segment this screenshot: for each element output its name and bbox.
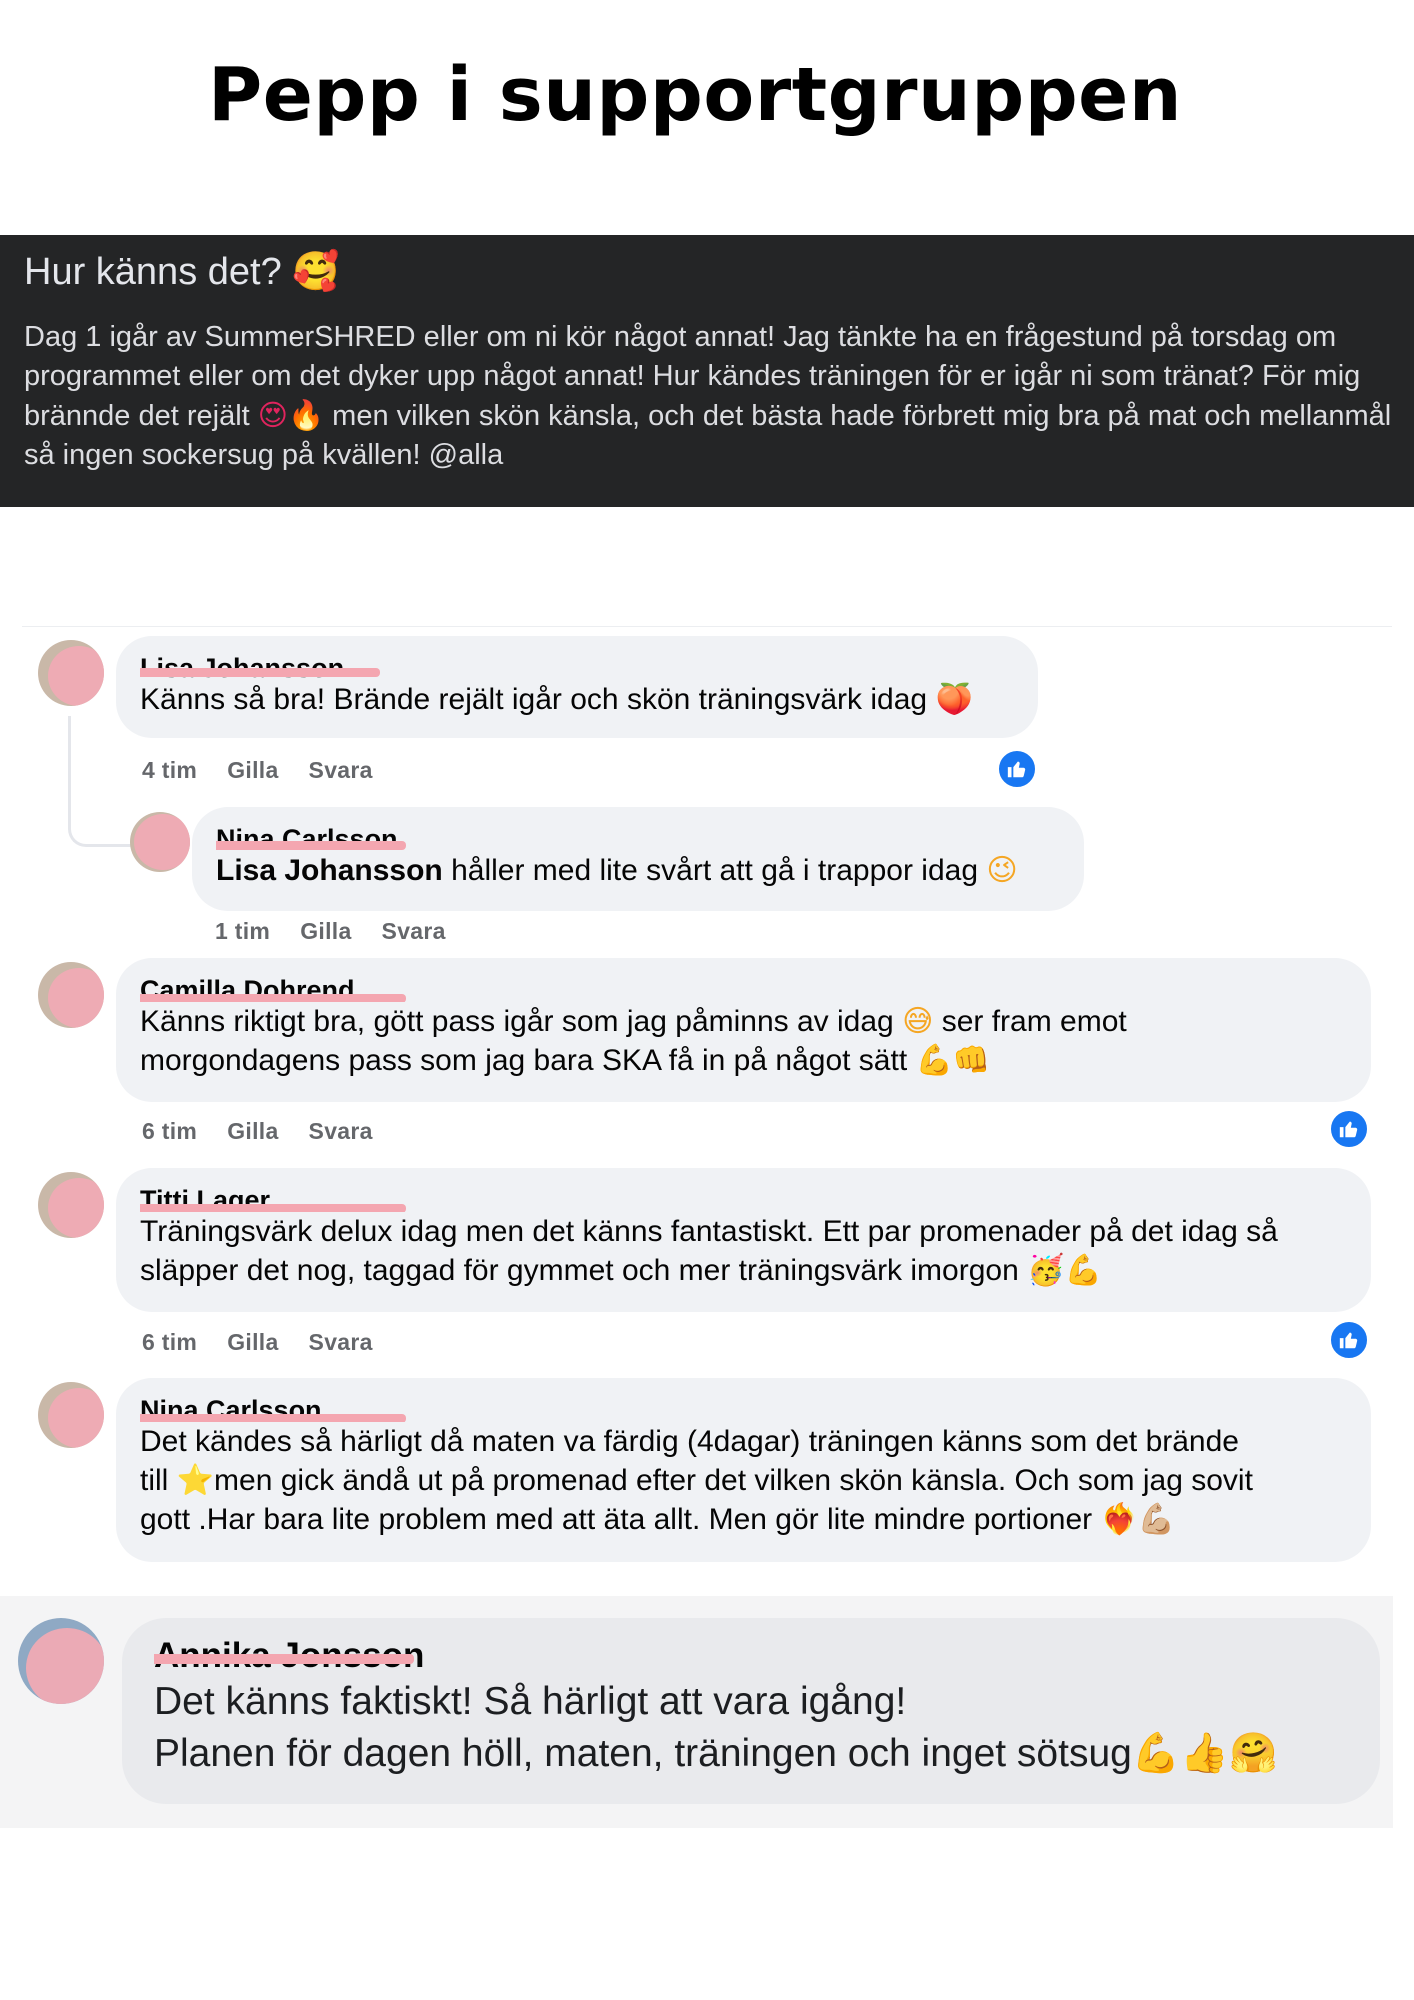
thread-connector	[68, 716, 133, 847]
peach-emoji-icon: 🍑	[935, 682, 973, 717]
heart-eyes-fire-emoji-icon: 😍🔥	[257, 398, 325, 432]
reply-button[interactable]: Svara	[309, 1329, 373, 1355]
comment-text: Träningsvärk delux idag men det känns fa…	[140, 1215, 1278, 1288]
comment-actions: 6 tim Gilla Svara	[142, 1118, 403, 1145]
comment-bubble: Titti Lager Träningsvärk delux idag men …	[116, 1168, 1371, 1312]
post-body: Dag 1 igår av SummerSHRED eller om ni kö…	[24, 318, 1394, 475]
author-redaction	[216, 841, 406, 850]
divider	[22, 626, 1392, 627]
post-title-text: Hur känns det?	[24, 251, 282, 293]
comment-time[interactable]: 4 tim	[142, 757, 197, 783]
avatar[interactable]	[38, 640, 104, 706]
comment-author[interactable]: Camilla Dohrend	[140, 970, 1347, 1002]
like-reaction-icon[interactable]	[1328, 1108, 1370, 1150]
avatar[interactable]	[38, 962, 104, 1028]
smiling-hearts-emoji-icon: 🥰	[292, 249, 340, 293]
avatar[interactable]	[38, 1382, 104, 1448]
avatar[interactable]	[130, 812, 190, 872]
comment-time[interactable]: 1 tim	[215, 918, 270, 944]
author-redaction	[140, 1204, 406, 1212]
author-redaction	[140, 994, 406, 1002]
comment-text: Känns riktigt bra, gött pass igår som ja…	[140, 1004, 1127, 1078]
like-reaction-icon[interactable]	[1328, 1319, 1370, 1361]
comment-bubble: Lisa Johansson Känns så bra! Brände rejä…	[116, 636, 1038, 738]
comment-bubble: Annika Jonsson Det känns faktiskt! Så hä…	[122, 1618, 1380, 1804]
redaction-blur	[48, 1178, 104, 1238]
author-redaction	[154, 1654, 414, 1664]
wink-emoji-icon: 😉	[986, 853, 1018, 888]
comment-bubble: Camilla Dohrend Känns riktigt bra, gött …	[116, 958, 1371, 1102]
post-title: Hur känns det? 🥰	[24, 247, 1390, 296]
flexed-biceps-fist-emoji-icon: 💪👊	[915, 1043, 991, 1078]
comment-actions: 6 tim Gilla Svara	[142, 1329, 403, 1356]
avatar[interactable]	[18, 1618, 104, 1704]
comment-text: Det kändes så härligt då maten va färdig…	[140, 1425, 1253, 1537]
comment-text: Känns så bra! Brände rejält igår och skö…	[140, 682, 973, 717]
reply-button[interactable]: Svara	[309, 757, 373, 783]
comment-author[interactable]: Nina Carlsson	[140, 1390, 1347, 1422]
comment-text: Lisa Johansson håller med lite svårt att…	[216, 853, 1018, 888]
like-button[interactable]: Gilla	[227, 1118, 278, 1144]
mention-link[interactable]: Lisa Johansson	[216, 854, 443, 887]
comment-text: Det känns faktiskt! Så härligt att vara …	[154, 1676, 1348, 1780]
like-button[interactable]: Gilla	[227, 1329, 278, 1355]
redaction-blur	[134, 814, 190, 870]
comment-author[interactable]: Titti Lager	[140, 1180, 1347, 1212]
page-title: Pepp i supportgruppen	[207, 52, 1183, 138]
avatar[interactable]	[38, 1172, 104, 1238]
comment-time[interactable]: 6 tim	[142, 1118, 197, 1144]
sweat-smile-emoji-icon: 😅	[902, 1004, 934, 1039]
comment-bubble: Nina Carlsson Det kändes så härligt då m…	[116, 1378, 1371, 1562]
comment-author[interactable]: Annika Jonsson	[154, 1632, 1348, 1670]
redaction-blur	[26, 1628, 104, 1704]
like-button[interactable]: Gilla	[300, 918, 351, 944]
comment-actions: 4 tim Gilla Svara	[142, 757, 403, 784]
biceps-thumbs-hug-emoji-icon: 💪👍🤗	[1131, 1731, 1278, 1776]
author-redaction	[140, 668, 380, 677]
like-reaction-icon[interactable]	[996, 748, 1038, 790]
comment-time[interactable]: 6 tim	[142, 1329, 197, 1355]
reply-button[interactable]: Svara	[382, 918, 446, 944]
reply-button[interactable]: Svara	[309, 1118, 373, 1144]
post-header: Hur känns det? 🥰 Dag 1 igår av SummerSHR…	[0, 235, 1414, 507]
comment-author[interactable]: Lisa Johansson	[140, 648, 1014, 680]
redaction-blur	[48, 1388, 104, 1448]
redaction-blur	[48, 646, 104, 706]
comment-actions: 1 tim Gilla Svara	[215, 918, 476, 945]
comment-author[interactable]: Nina Carlsson	[216, 819, 1060, 851]
like-button[interactable]: Gilla	[227, 757, 278, 783]
star-emoji-icon: ⭐	[176, 1463, 215, 1498]
author-redaction	[140, 1414, 406, 1422]
heart-on-fire-biceps-emoji-icon: ❤️‍🔥💪🏼	[1100, 1502, 1176, 1537]
party-face-biceps-emoji-icon: 🥳💪	[1027, 1253, 1102, 1288]
reply-bubble: Nina Carlsson Lisa Johansson håller med …	[192, 807, 1084, 911]
redaction-blur	[48, 968, 104, 1028]
